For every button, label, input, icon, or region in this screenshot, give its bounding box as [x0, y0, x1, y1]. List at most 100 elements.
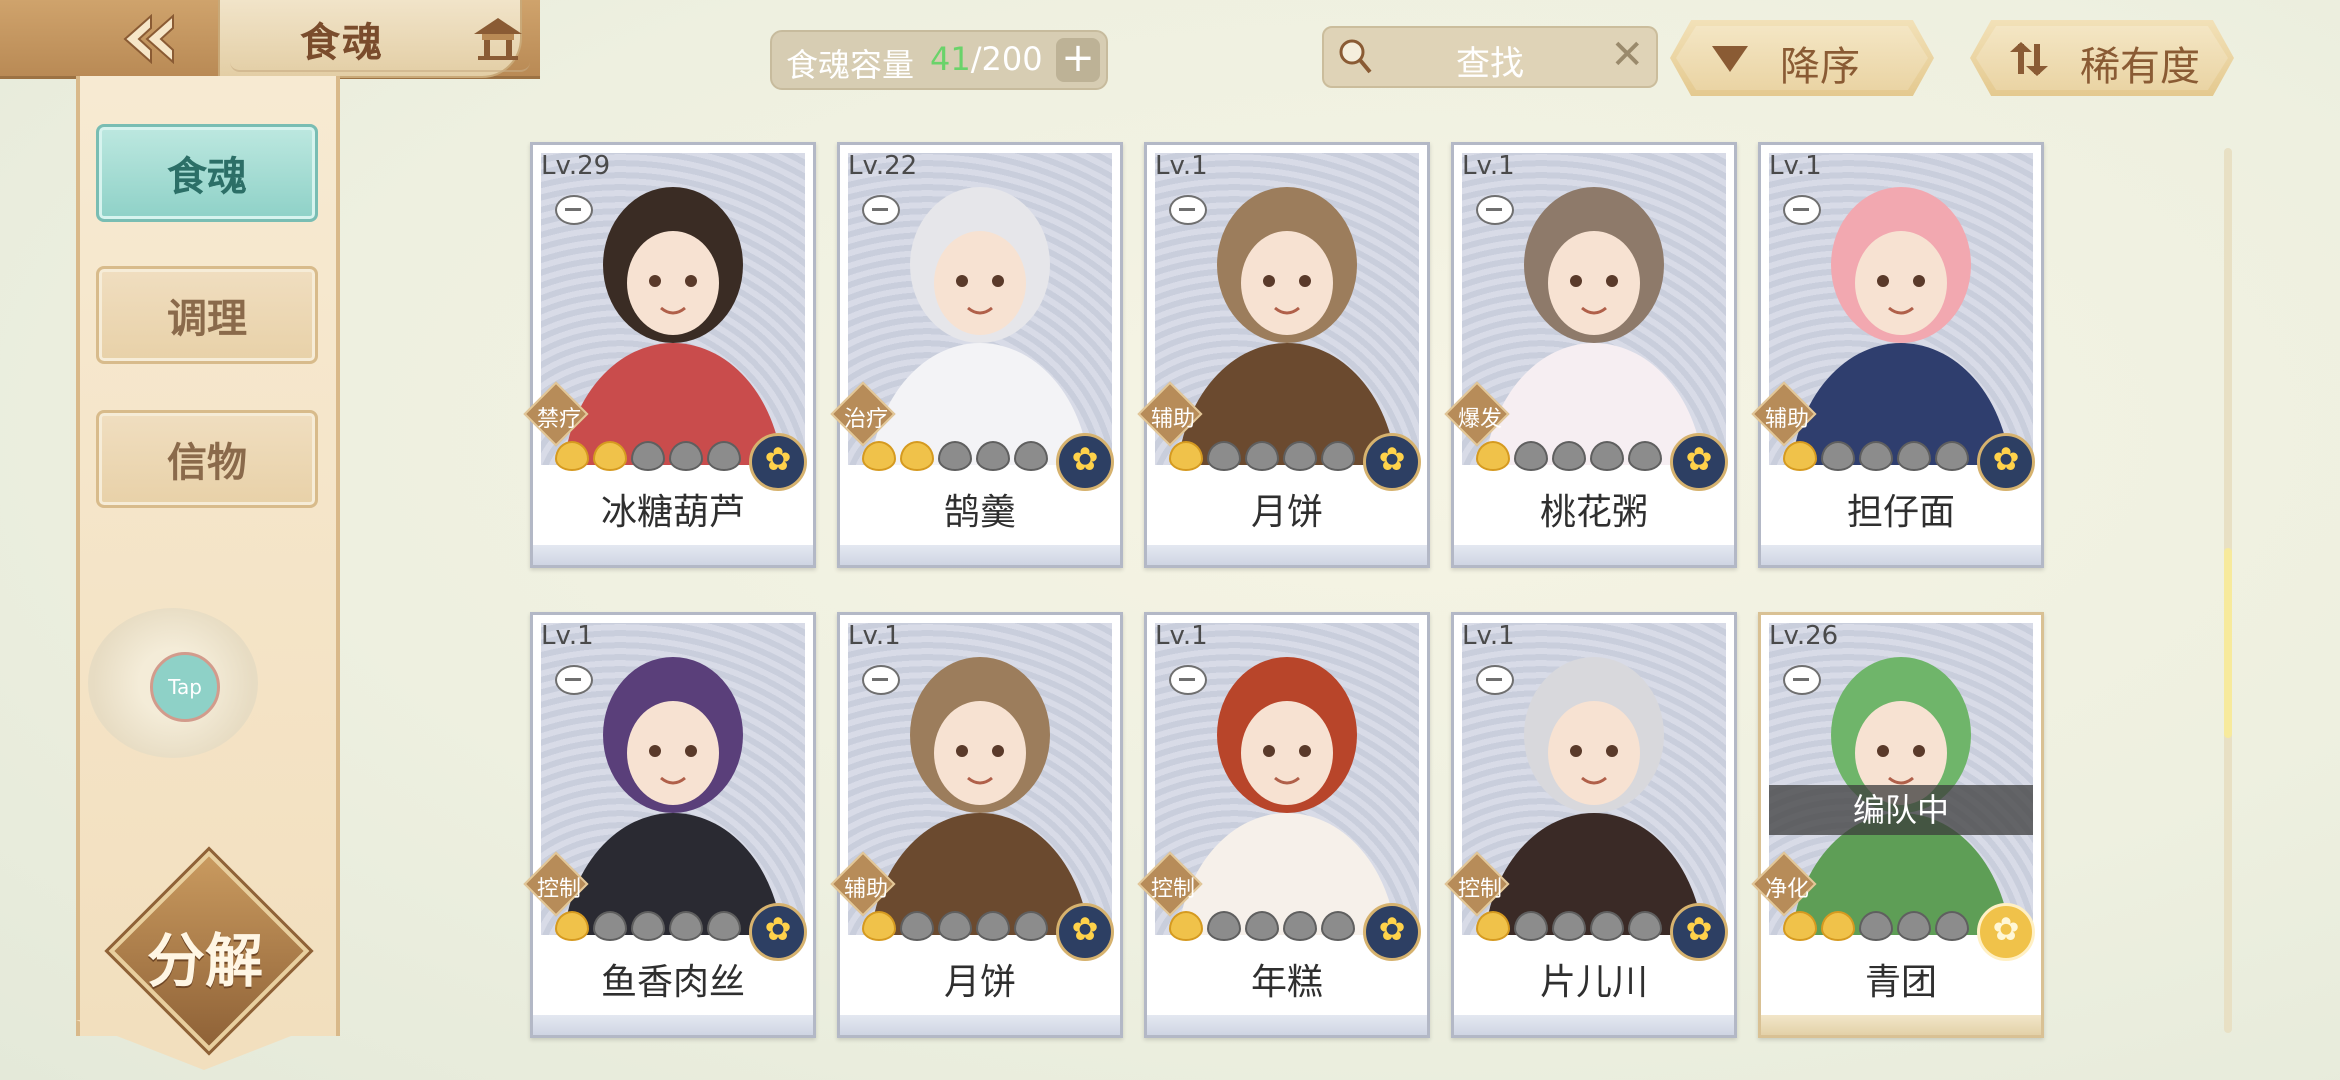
level-label: Lv.29 — [541, 151, 611, 181]
flame-star-icon — [862, 911, 896, 941]
role-label: 控制 — [536, 877, 581, 902]
lock-icon[interactable] — [1169, 195, 1207, 225]
flame-star-icon — [1476, 911, 1510, 941]
food-soul-card[interactable]: Lv.1 辅助 担仔面 — [1751, 142, 2044, 568]
level-label: Lv.22 — [848, 151, 918, 181]
card-name: 冰糖葫芦 — [600, 492, 745, 533]
role-badge: 禁疗 — [523, 381, 589, 447]
star-rating — [1169, 441, 1355, 471]
star-rating — [862, 441, 1048, 471]
search-clear-icon[interactable]: ✕ — [1610, 32, 1644, 78]
flame-star-icon — [900, 911, 934, 941]
food-soul-card[interactable]: Lv.26 净化 青团 编队中 — [1751, 612, 2044, 1038]
pavilion-icon[interactable] — [470, 14, 526, 62]
role-label: 治疗 — [843, 407, 888, 432]
flame-star-icon — [1245, 441, 1279, 471]
tab-conditioning[interactable]: 调理 — [96, 266, 318, 364]
tap-button[interactable]: Tap — [150, 652, 220, 722]
level-label: Lv.1 — [1155, 151, 1208, 181]
food-soul-card[interactable]: Lv.1 控制 年糕 — [1137, 612, 1430, 1038]
flame-star-icon — [1859, 911, 1893, 941]
role-badge: 治疗 — [830, 381, 896, 447]
role-badge: 净化 — [1751, 851, 1817, 917]
search-box[interactable]: 查找 ✕ — [1322, 26, 1658, 88]
lock-icon[interactable] — [1783, 195, 1821, 225]
role-badge: 辅助 — [1751, 381, 1817, 447]
level-label: Lv.26 — [1769, 621, 1839, 651]
sort-rarity-button[interactable]: 稀有度 — [1970, 20, 2234, 96]
role-label: 辅助 — [843, 877, 888, 902]
food-soul-card[interactable]: Lv.1 控制 鱼香肉丝 — [523, 612, 816, 1038]
flame-star-icon — [1628, 911, 1662, 941]
flame-star-icon — [938, 911, 972, 941]
star-rating — [1783, 911, 1969, 941]
card-base — [1761, 545, 2041, 565]
star-rating — [1476, 441, 1662, 471]
in-team-banner: 编队中 — [1769, 785, 2033, 835]
flame-star-icon — [1897, 441, 1931, 471]
food-soul-card[interactable]: Lv.1 辅助 月饼 — [1137, 142, 1430, 568]
food-soul-card[interactable]: Lv.1 辅助 月饼 — [830, 612, 1123, 1038]
sort-rarity-label: 稀有度 — [2080, 44, 2200, 90]
food-soul-card[interactable]: Lv.29 禁疗 冰糖葫芦 — [523, 142, 816, 568]
star-rating — [1476, 911, 1662, 941]
food-soul-card[interactable]: Lv.22 治疗 鹄羹 — [830, 142, 1123, 568]
screen: 食魂 食魂容量 41/200 + 查找 ✕ 降序 稀有度 食魂 调理 信物 Ta… — [0, 0, 2340, 1080]
card-name: 担仔面 — [1846, 492, 1955, 533]
lock-icon[interactable] — [1476, 665, 1514, 695]
flame-star-icon — [669, 911, 703, 941]
star-rating — [862, 911, 1048, 941]
food-soul-card[interactable]: Lv.1 控制 片儿川 — [1444, 612, 1737, 1038]
search-input[interactable]: 查找 — [1324, 36, 1656, 85]
lock-icon[interactable] — [1476, 195, 1514, 225]
lock-icon[interactable] — [862, 195, 900, 225]
card-base — [533, 545, 813, 565]
flame-star-icon — [1897, 911, 1931, 941]
flame-star-icon — [1552, 911, 1586, 941]
tab-tokens[interactable]: 信物 — [96, 410, 318, 508]
flame-star-icon — [1207, 441, 1241, 471]
capacity-add-button[interactable]: + — [1056, 38, 1100, 82]
swap-sort-icon — [2010, 42, 2048, 76]
capacity-count: 41/200 — [930, 40, 1043, 78]
lock-icon[interactable] — [1169, 665, 1207, 695]
flame-star-icon — [1283, 911, 1317, 941]
flame-star-icon — [593, 441, 627, 471]
tab-food-souls[interactable]: 食魂 — [96, 124, 318, 222]
flame-star-icon — [1859, 441, 1893, 471]
flame-star-icon — [631, 911, 665, 941]
role-label: 辅助 — [1150, 407, 1195, 432]
page-title: 食魂 — [300, 20, 384, 66]
food-soul-card[interactable]: Lv.1 爆发 桃花粥 — [1444, 142, 1737, 568]
flame-star-icon — [900, 441, 934, 471]
card-base — [840, 1015, 1120, 1035]
sort-descending-button[interactable]: 降序 — [1670, 20, 1934, 96]
flame-star-icon — [555, 911, 589, 941]
lock-icon[interactable] — [555, 195, 593, 225]
flame-star-icon — [707, 911, 741, 941]
lock-icon[interactable] — [555, 665, 593, 695]
flame-star-icon — [1628, 441, 1662, 471]
flame-star-icon — [1207, 911, 1241, 941]
lock-icon[interactable] — [862, 665, 900, 695]
decompose-button[interactable]: 分解 — [108, 850, 310, 1052]
role-badge: 控制 — [523, 851, 589, 917]
level-label: Lv.1 — [1769, 151, 1822, 181]
back-arrow-icon — [123, 14, 174, 64]
star-rating — [555, 911, 741, 941]
scrollbar-thumb[interactable] — [2224, 548, 2232, 738]
level-label: Lv.1 — [1462, 621, 1515, 651]
back-button[interactable] — [100, 6, 200, 72]
card-base — [533, 1015, 813, 1035]
card-base — [1454, 1015, 1734, 1035]
level-label: Lv.1 — [541, 621, 594, 651]
flame-star-icon — [1935, 441, 1969, 471]
flame-star-icon — [1245, 911, 1279, 941]
card-name: 桃花粥 — [1539, 492, 1648, 533]
role-badge: 控制 — [1137, 851, 1203, 917]
card-base — [1147, 545, 1427, 565]
card-name: 月饼 — [1250, 492, 1323, 533]
star-rating — [1169, 911, 1355, 941]
lock-icon[interactable] — [1783, 665, 1821, 695]
level-label: Lv.1 — [1155, 621, 1208, 651]
